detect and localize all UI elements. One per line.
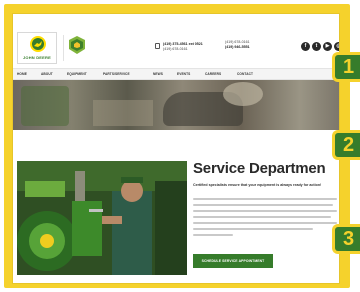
schedule-service-button[interactable]: SCHEDULE SERVICE APPOINTMENT [193, 254, 273, 268]
nav-item-careers[interactable]: CAREERS [205, 72, 221, 76]
nav-item-parts[interactable]: PARTS/SERVICE [103, 72, 130, 76]
site-header: JOHN DEERE (419) 375-4561 ext 0521 (419)… [13, 14, 339, 68]
nav-item-home[interactable]: HOME [17, 72, 27, 76]
deer-icon [30, 36, 46, 52]
nav-item-about[interactable]: ABOUT [41, 72, 53, 76]
service-title: Service Departmen [193, 160, 326, 177]
contact-block-1: (419) 375-4561 ext 0521 (419) 678-0161 [163, 42, 203, 51]
header-divider [63, 35, 64, 61]
phone-number-secondary[interactable]: (419) 678-0161 [163, 47, 203, 52]
twitter-icon[interactable]: t [312, 42, 321, 51]
dealer-logo[interactable] [68, 35, 86, 59]
main-nav: HOME ABOUT EQUIPMENT PARTS/SERVICE NEWS … [13, 68, 339, 80]
hero-foliage [21, 86, 69, 126]
youtube-icon[interactable]: ▶ [323, 42, 332, 51]
paragraph-line [193, 234, 233, 236]
facebook-icon[interactable]: f [301, 42, 310, 51]
paragraph-line [193, 222, 337, 224]
phone-number[interactable]: (419) 678-0161 [225, 40, 250, 45]
hero-highlight [223, 82, 263, 106]
phone-number[interactable]: (419) 375-4561 ext 0521 [163, 42, 203, 47]
service-technician-photo [17, 161, 187, 275]
step-badge-2: 2 [332, 130, 360, 160]
paragraph-line [193, 198, 337, 200]
step-badge-3: 3 [332, 224, 360, 254]
phone-icon [155, 43, 160, 49]
paragraph-line [193, 204, 333, 206]
paragraph-line [193, 228, 313, 230]
service-subtitle: Certified specialists ensure that your e… [193, 183, 322, 187]
hero-field [93, 100, 153, 126]
brand-wordmark: JOHN DEERE [22, 55, 51, 60]
paragraph-line [193, 210, 337, 212]
step-badge-1: 1 [332, 52, 360, 82]
screenshot-frame: JOHN DEERE (419) 375-4561 ext 0521 (419)… [4, 4, 350, 288]
john-deere-logo[interactable]: JOHN DEERE [17, 32, 57, 64]
contact-block-2: (419) 678-0161 (419) 946-5551 [225, 40, 250, 49]
hero-banner [13, 80, 339, 130]
phone-number-secondary[interactable]: (419) 946-5551 [225, 45, 250, 50]
nav-item-equipment[interactable]: EQUIPMENT [67, 72, 87, 76]
paragraph-line [193, 216, 331, 218]
instagram-icon[interactable]: ◎ [334, 42, 339, 51]
nav-item-news[interactable]: NEWS [153, 72, 163, 76]
nav-item-contact[interactable]: CONTACT [237, 72, 253, 76]
website-screen: JOHN DEERE (419) 375-4561 ext 0521 (419)… [12, 13, 340, 284]
nav-item-events[interactable]: EVENTS [177, 72, 190, 76]
